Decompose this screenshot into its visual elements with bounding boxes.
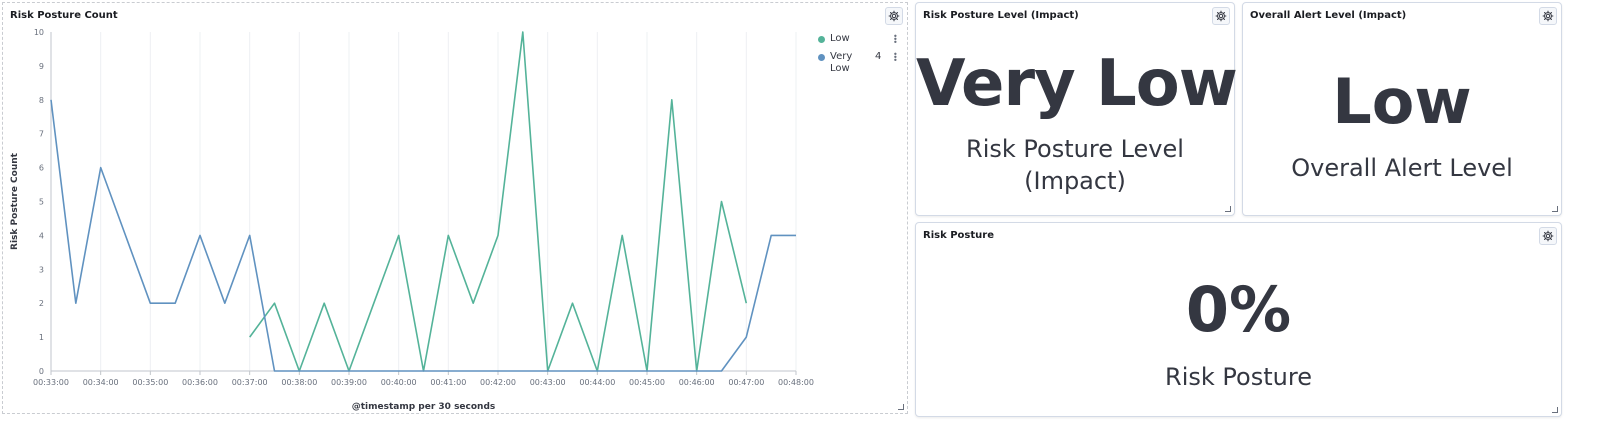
gear-icon: [1542, 230, 1554, 242]
metric-label: Overall Alert Level: [1291, 154, 1513, 182]
panel-options-button[interactable]: [1539, 227, 1557, 245]
x-tick-label: 00:46:00: [679, 378, 715, 387]
y-tick-label: 8: [39, 96, 44, 105]
metric-value: Very Low: [916, 47, 1238, 121]
metric-value: Low: [1332, 65, 1472, 138]
legend-actions-icon[interactable]: • • •: [893, 51, 898, 65]
x-tick-label: 00:35:00: [132, 378, 168, 387]
gear-icon: [1215, 10, 1227, 22]
resize-handle[interactable]: [898, 404, 904, 410]
y-tick-label: 2: [39, 299, 44, 308]
metric-label: Risk Posture Level (Impact): [916, 133, 1234, 198]
y-tick-label: 7: [39, 130, 44, 139]
y-tick-label: 0: [39, 367, 44, 376]
y-tick-label: 5: [39, 198, 44, 207]
x-tick-label: 00:39:00: [331, 378, 367, 387]
y-tick-label: 9: [39, 62, 44, 71]
x-tick-label: 00:40:00: [381, 378, 417, 387]
risk-posture-level-panel: Risk Posture Level (Impact) Very Low Ris…: [915, 2, 1238, 216]
x-tick-label: 00:47:00: [728, 378, 764, 387]
legend-label-very-low[interactable]: Very Low: [830, 51, 852, 75]
panel-title: Risk Posture Level (Impact): [923, 10, 1079, 21]
y-tick-label: 1: [39, 333, 44, 342]
panel-title: Risk Posture: [923, 230, 994, 241]
resize-handle[interactable]: [1225, 206, 1231, 212]
x-tick-label: 00:41:00: [430, 378, 466, 387]
legend-swatch-low: [818, 36, 825, 43]
gear-icon: [1542, 10, 1554, 22]
x-tick-label: 00:37:00: [232, 378, 268, 387]
resize-handle[interactable]: [1552, 407, 1558, 413]
legend-label-line1: Very: [830, 51, 853, 62]
x-tick-label: 00:45:00: [629, 378, 665, 387]
y-tick-label: 10: [34, 28, 44, 37]
legend-value-very-low: 4: [875, 51, 882, 62]
panel-options-button[interactable]: [1212, 7, 1230, 25]
resize-handle[interactable]: [1552, 206, 1558, 212]
legend-swatch-very-low: [818, 54, 825, 61]
y-tick-label: 3: [39, 265, 44, 274]
legend-label-line2: Low: [830, 63, 850, 74]
x-tick-label: 00:44:00: [579, 378, 615, 387]
metric-label: Risk Posture: [1165, 363, 1312, 391]
metric-label-line2: (Impact): [1024, 167, 1126, 196]
line-chart: 00:33:00 00:34:00 00:35:00 00:36:00 00:37:00…: [10, 28, 814, 412]
x-tick-label: 00:38:00: [281, 378, 317, 387]
x-tick-label: 00:43:00: [530, 378, 566, 387]
y-tick-label: 6: [39, 164, 44, 173]
panel-options-button[interactable]: [1539, 7, 1557, 25]
legend-label-low[interactable]: Low: [830, 33, 850, 44]
y-tick-label: 4: [39, 231, 44, 240]
panel-title: Overall Alert Level (Impact): [1250, 10, 1407, 21]
metric-label-line1: Risk Posture Level: [966, 135, 1184, 163]
x-axis-title: @timestamp per 30 seconds: [352, 402, 496, 412]
x-tick-label: 00:42:00: [480, 378, 516, 387]
x-tick-label: 00:36:00: [182, 378, 218, 387]
overall-alert-level-panel: Overall Alert Level (Impact) Low Overall…: [1242, 2, 1562, 216]
y-axis-title: Risk Posture Count: [10, 152, 20, 250]
risk-posture-count-panel: Risk Posture Count 00:33:00 00:34:00 00:35…: [2, 2, 908, 414]
x-tick-label: 00:48:00: [778, 378, 814, 387]
x-tick-label: 00:34:00: [83, 378, 119, 387]
x-tick-label: 00:33:00: [33, 378, 69, 387]
risk-posture-panel: Risk Posture 0% Risk Posture: [915, 222, 1562, 417]
legend-actions-icon[interactable]: • • •: [893, 33, 898, 47]
metric-value: 0%: [1185, 273, 1292, 346]
